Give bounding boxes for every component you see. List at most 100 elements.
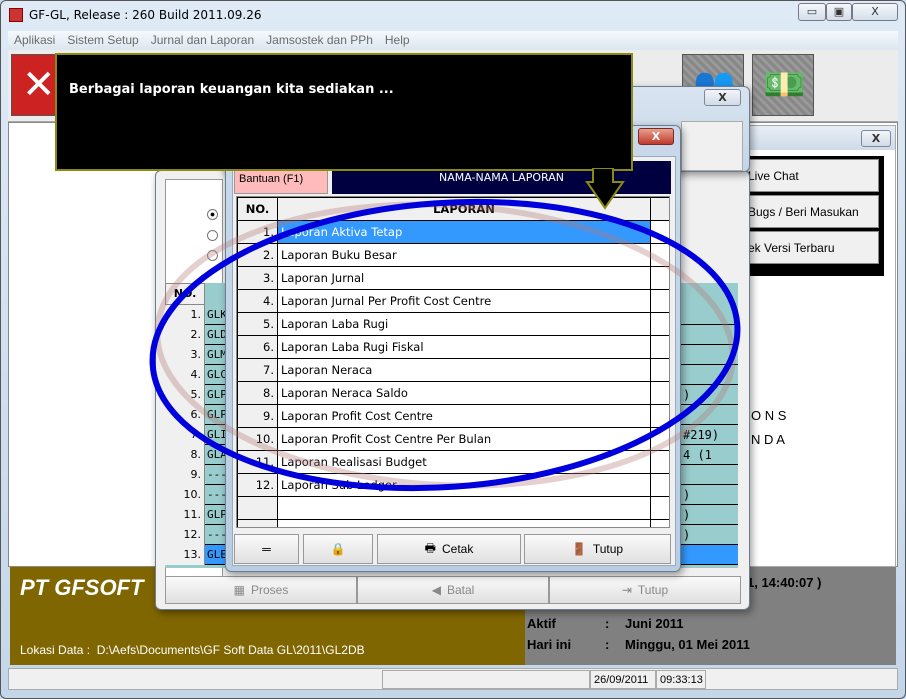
row-code: GLP: [207, 388, 227, 401]
row-no: 11.: [165, 505, 205, 525]
exit-door-icon: 🚪: [571, 542, 587, 556]
close-button[interactable]: X: [852, 3, 898, 21]
window-title: GF-GL, Release : 260 Build 2011.09.26: [29, 8, 262, 22]
row-name: Laporan Neraca Saldo: [277, 381, 651, 405]
report-row[interactable]: 11. Laporan Realisasi Budget: [237, 450, 669, 474]
row-code: GLD: [207, 328, 227, 341]
report-row[interactable]: 1. Laporan Aktiva Tetap: [237, 220, 669, 244]
middle-close-button[interactable]: X: [704, 89, 741, 106]
row-code: ---: [207, 488, 227, 501]
row-code: GLI: [207, 428, 227, 441]
menu-bar: Aplikasi Sistem Setup Jurnal dan Laporan Ja…: [8, 31, 898, 49]
report-row[interactable]: 2. Laporan Buku Besar: [237, 243, 669, 267]
last-time-fragment: 1, 14:40:07 ): [747, 575, 822, 590]
row-no: 1.: [237, 220, 278, 244]
minimize-button[interactable]: ▭: [798, 3, 826, 21]
row-no: 2.: [237, 243, 278, 267]
report-row[interactable]: 12. Laporan Sub Ledger: [237, 473, 669, 497]
status-time: 09:33:13: [656, 670, 706, 689]
report-row[interactable]: 3. Laporan Jurnal: [237, 266, 669, 290]
row-tail: ): [683, 508, 691, 522]
menu-jurnal-laporan[interactable]: Jurnal dan Laporan: [145, 31, 260, 49]
row-tail: #219): [683, 428, 720, 442]
row-no: 8.: [165, 445, 205, 465]
menu-aplikasi[interactable]: Aplikasi: [8, 31, 61, 49]
sep: :: [605, 637, 610, 652]
status-date: 26/09/2011: [590, 670, 656, 689]
aktif-label: Aktif: [527, 616, 556, 631]
menu-sistem-setup[interactable]: Sistem Setup: [61, 31, 144, 49]
row-code: GLE: [207, 548, 227, 561]
money-tool-button[interactable]: 💵: [752, 54, 814, 116]
support-panel: X Live Chat Bugs / Beri Masukan ek Versi…: [740, 125, 896, 567]
row-code: GLA: [207, 448, 227, 461]
support-text-2: N D A: [751, 432, 785, 447]
grid-icon: ▦: [233, 583, 245, 597]
row-no: 9.: [165, 465, 205, 485]
menu-help[interactable]: Help: [379, 31, 416, 49]
tutup-button[interactable]: ⇥ Tutup: [549, 576, 741, 604]
lokasi-label: Lokasi Data :: [20, 643, 91, 657]
report-row[interactable]: 10. Laporan Profit Cost Centre Per Bulan: [237, 427, 669, 451]
row-no: 7.: [237, 358, 278, 382]
tooltip-balloon: Berbagai laporan keuangan kita sediakan …: [55, 53, 633, 171]
row-no: 5.: [237, 312, 278, 336]
row-name: Laporan Laba Rugi Fiskal: [277, 335, 651, 359]
report-row[interactable]: 4. Laporan Jurnal Per Profit Cost Centre: [237, 289, 669, 313]
maximize-button[interactable]: ▣: [826, 3, 852, 21]
row-no: 9.: [237, 404, 278, 428]
col-no-header: NO.: [237, 197, 278, 221]
row-no: 7.: [165, 425, 205, 445]
hari-value: Minggu, 01 Mei 2011: [625, 637, 750, 652]
radio-option-1[interactable]: [207, 209, 218, 220]
menu-button[interactable]: ═: [234, 534, 299, 564]
status-bar: 26/09/2011 09:33:13: [8, 668, 898, 690]
menu-jamsostek-pph[interactable]: Jamsostek dan PPh: [260, 31, 379, 49]
support-text-1: O N S: [751, 408, 787, 423]
row-no: 1.: [165, 305, 205, 325]
aktif-value: Juni 2011: [625, 616, 684, 631]
row-no: 2.: [165, 325, 205, 345]
money-icon: 💵: [763, 65, 806, 105]
cetak-button[interactable]: 🖶 Cetak: [377, 534, 521, 564]
report-row[interactable]: 8. Laporan Neraca Saldo: [237, 381, 669, 405]
report-close-button[interactable]: X: [638, 128, 674, 145]
lock-button[interactable]: 🔒: [303, 534, 373, 564]
row-name: Laporan Laba Rugi: [277, 312, 651, 336]
row-code: GLK: [207, 308, 227, 321]
row-code: GLM: [207, 348, 227, 361]
app-icon: [9, 8, 23, 22]
radio-option-3[interactable]: [207, 250, 218, 261]
report-row[interactable]: 9. Laporan Profit Cost Centre: [237, 404, 669, 428]
row-no: 12.: [237, 473, 278, 497]
row-no: 3.: [237, 266, 278, 290]
proses-button[interactable]: ▦ Proses: [165, 576, 357, 604]
row-no: 10.: [237, 427, 278, 451]
row-code: GLP: [207, 408, 227, 421]
support-close-button[interactable]: X: [861, 130, 891, 147]
radio-option-2[interactable]: [207, 230, 218, 241]
report-row[interactable]: 5. Laporan Laba Rugi: [237, 312, 669, 336]
row-no: 6.: [165, 405, 205, 425]
balloon-arrow: [585, 168, 625, 210]
row-tail: ): [683, 488, 691, 502]
row-code: ---: [207, 468, 227, 481]
close-x-icon: ✕: [22, 62, 56, 108]
row-no: 5.: [165, 385, 205, 405]
live-chat-button[interactable]: Live Chat: [741, 159, 879, 192]
row-name: Laporan Profit Cost Centre Per Bulan: [277, 427, 651, 451]
row-no: 4.: [237, 289, 278, 313]
row-no: 13.: [165, 545, 205, 565]
row-tail: ): [683, 528, 691, 542]
row-no: 8.: [237, 381, 278, 405]
report-bugs-button[interactable]: Bugs / Beri Masukan: [741, 195, 879, 228]
row-name: Laporan Sub Ledger: [277, 473, 651, 497]
lock-icon: 🔒: [330, 542, 346, 556]
batal-button[interactable]: ◀ Batal: [357, 576, 549, 604]
report-tutup-button[interactable]: 🚪 Tutup: [524, 534, 671, 564]
report-row[interactable]: 7. Laporan Neraca: [237, 358, 669, 382]
row-tail: ): [683, 388, 691, 402]
check-version-button[interactable]: ek Versi Terbaru: [741, 231, 879, 264]
row-code: GLP: [207, 508, 227, 521]
report-row[interactable]: 6. Laporan Laba Rugi Fiskal: [237, 335, 669, 359]
